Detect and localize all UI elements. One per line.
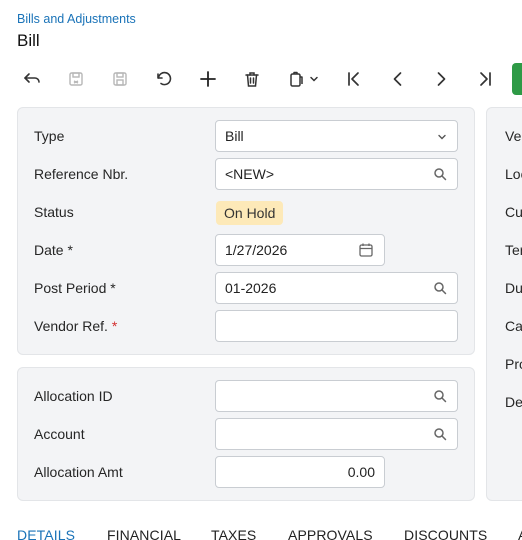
account-field[interactable] — [215, 418, 458, 450]
search-icon[interactable] — [433, 427, 447, 441]
toolbar — [0, 62, 522, 96]
previous-record-button[interactable] — [382, 62, 414, 96]
tab-details[interactable]: DETAILS — [17, 527, 75, 540]
add-button[interactable] — [192, 62, 224, 96]
right-label-description: De — [505, 394, 522, 410]
search-icon[interactable] — [433, 281, 447, 295]
previous-record-icon — [393, 72, 402, 86]
save-close-icon — [69, 72, 83, 86]
undo-icon — [157, 71, 172, 86]
right-label-vendor: Ver — [505, 128, 522, 144]
tab-approvals[interactable]: APPROVALS — [288, 527, 373, 540]
breadcrumb[interactable]: Bills and Adjustments — [17, 12, 136, 26]
undo-button[interactable] — [148, 62, 180, 96]
chevron-down-icon — [438, 134, 446, 140]
date-field[interactable]: 1/27/2026 — [215, 234, 385, 266]
first-record-icon — [348, 72, 359, 86]
chevron-down-icon — [310, 76, 318, 82]
type-select[interactable]: Bill — [215, 120, 458, 152]
right-label-currency: Cur — [505, 204, 522, 220]
last-record-button[interactable] — [469, 62, 501, 96]
reference-nbr-value: <NEW> — [225, 166, 275, 182]
page-title: Bill — [17, 31, 40, 50]
date-label: Date * — [34, 242, 73, 258]
copy-paste-button[interactable] — [282, 62, 324, 96]
primary-action-button[interactable] — [512, 63, 522, 95]
required-mark: * — [111, 318, 118, 334]
tab-taxes[interactable]: TAXES — [211, 527, 256, 540]
back-button[interactable] — [16, 62, 48, 96]
trash-icon — [245, 72, 259, 87]
right-label-location: Loc — [505, 166, 522, 182]
tab-bar: DETAILS FINANCIAL TAXES APPROVALS DISCOU… — [0, 520, 522, 540]
right-label-project: Pro — [505, 356, 522, 372]
reference-nbr-field[interactable]: <NEW> — [215, 158, 458, 190]
calendar-icon[interactable] — [358, 242, 374, 258]
save-button[interactable] — [104, 62, 136, 96]
post-period-label: Post Period * — [34, 280, 116, 296]
reference-nbr-label: Reference Nbr. — [34, 166, 129, 182]
allocation-id-field[interactable] — [215, 380, 458, 412]
tab-financial[interactable]: FINANCIAL — [107, 527, 181, 540]
right-label-terms: Ter — [505, 242, 522, 258]
last-record-icon — [480, 72, 491, 86]
type-label: Type — [34, 128, 65, 144]
allocation-amt-value: 0.00 — [347, 464, 375, 480]
allocation-id-label: Allocation ID — [34, 388, 113, 404]
allocation-amt-label: Allocation Amt — [34, 464, 123, 480]
back-arrow-icon — [24, 73, 40, 83]
save-and-close-button[interactable] — [60, 62, 92, 96]
search-icon[interactable] — [433, 167, 447, 181]
vendor-ref-field[interactable] — [215, 310, 458, 342]
tab-discounts[interactable]: DISCOUNTS — [404, 527, 487, 540]
status-label: Status — [34, 204, 74, 220]
allocation-amt-field[interactable]: 0.00 — [215, 456, 385, 488]
right-label-due-date: Du — [505, 280, 522, 296]
status-badge: On Hold — [216, 201, 284, 225]
required-mark: * — [67, 242, 73, 258]
next-record-button[interactable] — [425, 62, 457, 96]
tab-more[interactable]: A — [518, 527, 522, 540]
right-label-cash: Ca — [505, 318, 522, 334]
search-icon[interactable] — [433, 389, 447, 403]
clipboard-icon — [290, 71, 303, 87]
delete-button[interactable] — [236, 62, 268, 96]
required-mark: * — [110, 280, 116, 296]
vendor-ref-label: Vendor Ref. * — [34, 318, 118, 334]
first-record-button[interactable] — [338, 62, 370, 96]
next-record-icon — [437, 72, 446, 86]
post-period-value: 01-2026 — [225, 280, 277, 296]
save-icon — [113, 72, 127, 86]
account-label: Account — [34, 426, 85, 442]
post-period-field[interactable]: 01-2026 — [215, 272, 458, 304]
type-value: Bill — [225, 128, 244, 144]
plus-icon — [200, 71, 216, 87]
